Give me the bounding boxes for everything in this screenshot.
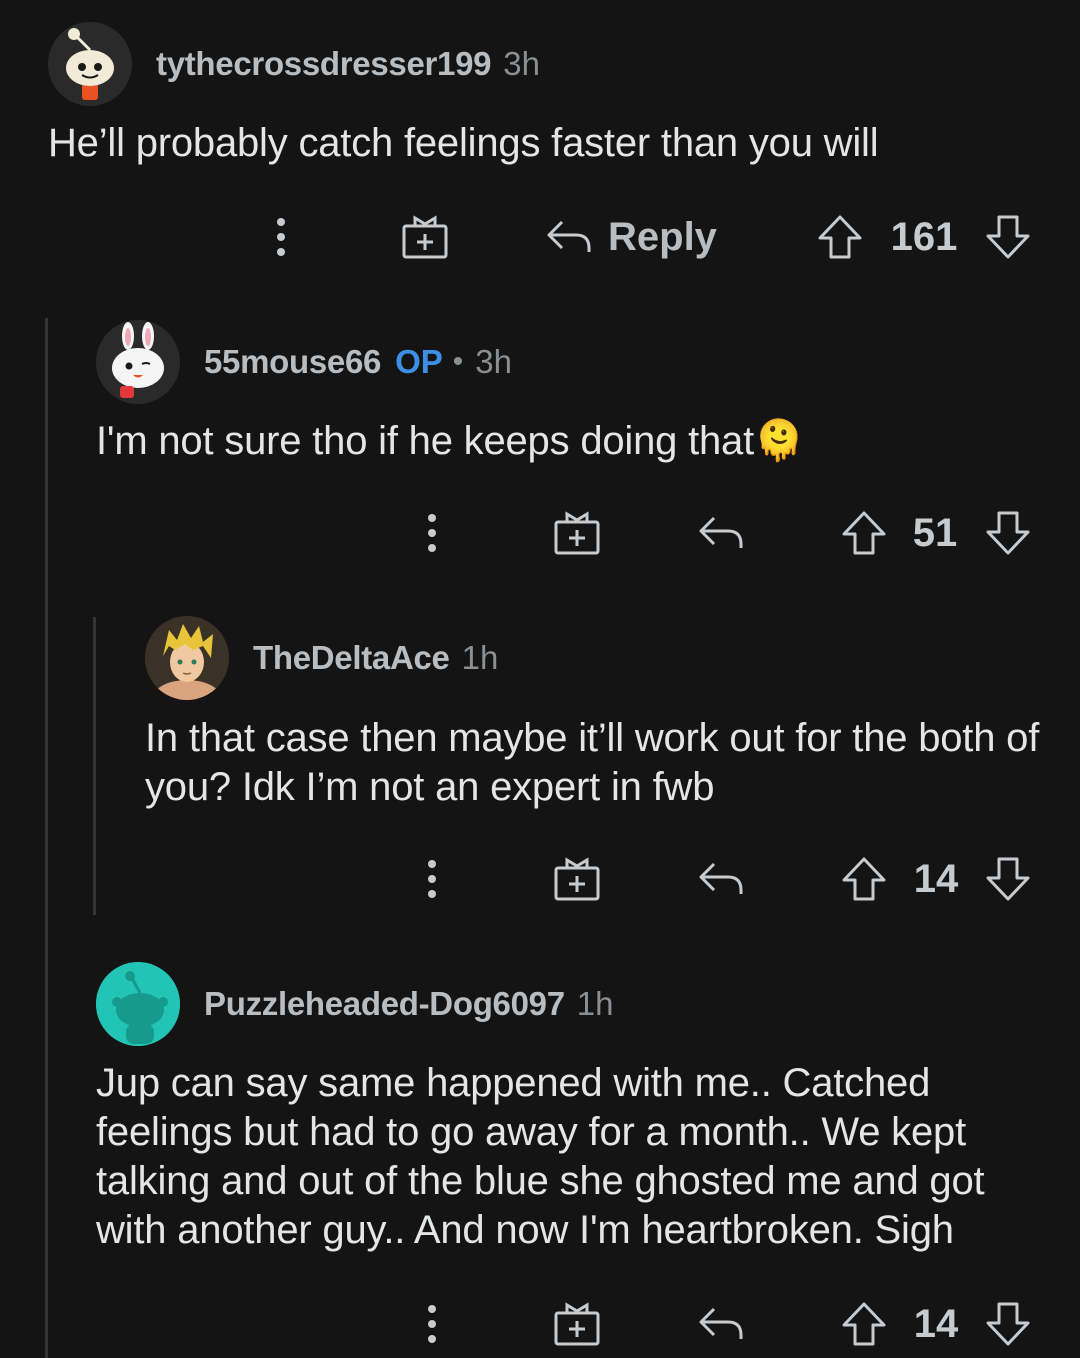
comment-header: TheDeltaAce 1h [145, 616, 498, 700]
more-options-button[interactable] [415, 503, 449, 563]
upvote-arrow-icon [842, 857, 886, 901]
comment-actions: 14 [0, 849, 1080, 909]
op-badge: OP [395, 343, 443, 380]
comment-username[interactable]: TheDeltaAce [253, 639, 450, 677]
more-vertical-icon [428, 514, 436, 552]
comment-header: tythecrossdresser199 3h [48, 22, 540, 106]
reply-button[interactable]: Reply [546, 207, 736, 267]
upvote-arrow-icon [842, 1302, 886, 1346]
vote-score: 51 [900, 503, 970, 563]
comment-header: Puzzleheaded-Dog6097 1h [96, 962, 614, 1046]
upvote-button[interactable] [840, 849, 888, 909]
more-options-button[interactable] [264, 207, 298, 267]
vote-score: 14 [900, 1294, 972, 1354]
comment-username[interactable]: 55mouse66 [204, 343, 381, 381]
downvote-arrow-icon [986, 511, 1030, 555]
reply-arrow-icon [699, 862, 743, 894]
meta-separator: • [452, 345, 464, 378]
gift-icon [554, 1302, 600, 1346]
downvote-button[interactable] [984, 849, 1032, 909]
upvote-button[interactable] [840, 1294, 888, 1354]
upvote-button[interactable] [816, 207, 864, 267]
comment-timestamp: 3h [503, 45, 540, 82]
teal-snoo-avatar-icon[interactable] [96, 962, 180, 1046]
award-button[interactable] [552, 1294, 602, 1354]
snoo-avatar-icon[interactable] [48, 22, 132, 106]
more-vertical-icon [277, 218, 285, 256]
vote-score: 14 [900, 849, 972, 909]
comment-body: I'm not sure tho if he keeps doing that🫠 [96, 419, 804, 463]
score-value: 14 [913, 856, 959, 901]
score-value: 51 [912, 510, 958, 555]
award-button[interactable] [552, 849, 602, 909]
anime-character-avatar-icon[interactable] [145, 616, 229, 700]
more-options-button[interactable] [415, 849, 449, 909]
downvote-button[interactable] [984, 207, 1032, 267]
downvote-button[interactable] [984, 1294, 1032, 1354]
comment-header: 55mouse66 OP • 3h [96, 320, 512, 404]
comment-timestamp: 1h [576, 985, 614, 1022]
gift-icon [554, 511, 600, 555]
comment-body: In that case then maybe it’ll work out f… [145, 716, 1040, 809]
comment-body: Jup can say same happened with me.. Catc… [96, 1061, 985, 1252]
comment-timestamp: 1h [461, 639, 499, 676]
upvote-arrow-icon [842, 511, 886, 555]
award-button[interactable] [552, 503, 602, 563]
reply-arrow-icon [547, 220, 591, 252]
reply-arrow-icon [699, 1307, 743, 1339]
thread-line-level-1[interactable] [45, 318, 48, 1358]
comment-body: He’ll probably catch feelings faster tha… [48, 121, 879, 165]
score-value: 14 [913, 1301, 959, 1346]
gift-icon [402, 215, 448, 259]
downvote-arrow-icon [986, 857, 1030, 901]
comment-actions: Reply 161 [0, 207, 1080, 267]
award-button[interactable] [400, 207, 450, 267]
reply-button[interactable] [697, 503, 745, 563]
comment-username[interactable]: tythecrossdresser199 [156, 45, 492, 83]
upvote-button[interactable] [840, 503, 888, 563]
vote-score: 161 [884, 207, 964, 267]
upvote-arrow-icon [818, 215, 862, 259]
comment-timestamp: 3h [475, 343, 512, 380]
more-vertical-icon [428, 860, 436, 898]
more-options-button[interactable] [415, 1294, 449, 1354]
reply-button[interactable] [697, 849, 745, 909]
more-vertical-icon [428, 1305, 436, 1343]
downvote-button[interactable] [984, 503, 1032, 563]
comment-username[interactable]: Puzzleheaded-Dog6097 [204, 985, 565, 1023]
comment-actions: 14 [0, 1294, 1080, 1354]
bunny-snoo-avatar-icon[interactable] [96, 320, 180, 404]
comment-actions: 51 [0, 503, 1080, 563]
reply-button[interactable] [697, 1294, 745, 1354]
reply-label: Reply [608, 214, 717, 259]
reply-arrow-icon [699, 516, 743, 548]
gift-icon [554, 857, 600, 901]
downvote-arrow-icon [986, 1302, 1030, 1346]
downvote-arrow-icon [986, 215, 1030, 259]
score-value: 161 [890, 214, 958, 259]
